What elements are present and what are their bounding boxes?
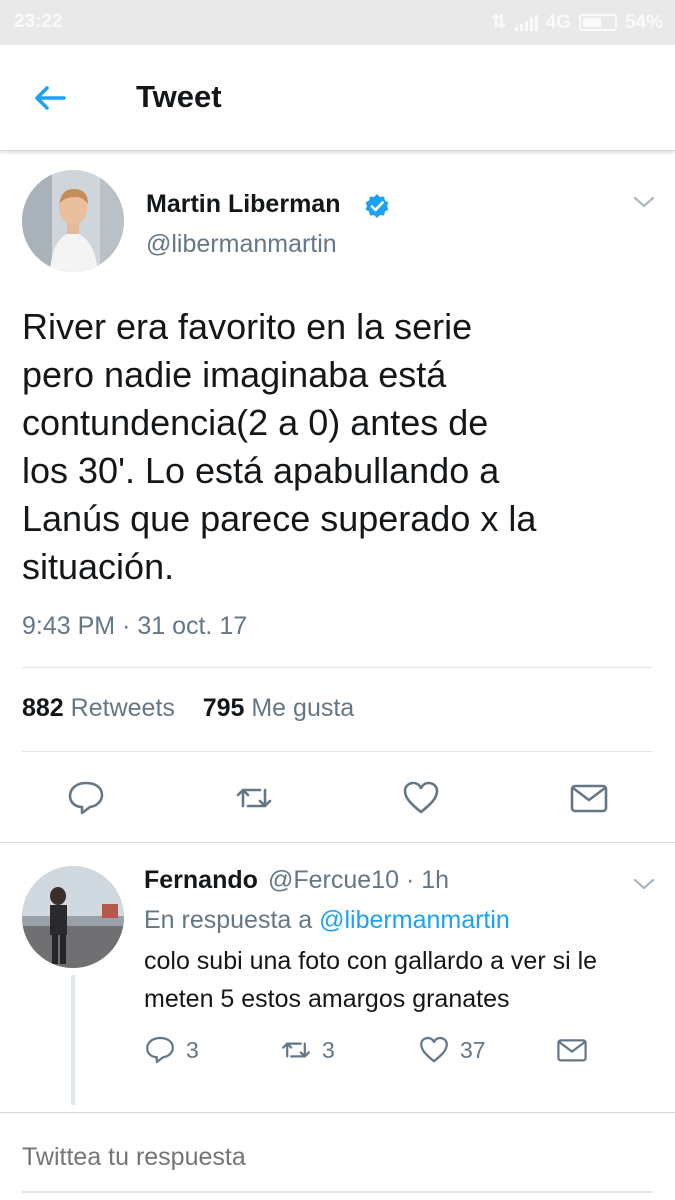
author-handle[interactable]: @libermanmartin <box>146 230 337 259</box>
reply-author-name[interactable]: Fernando <box>144 866 258 895</box>
battery-percent: 54% <box>624 11 663 33</box>
reply-composer <box>0 1112 675 1200</box>
composer-underline <box>22 1191 653 1193</box>
retweet-count: 3 <box>322 1036 335 1063</box>
like-count: 37 <box>460 1036 486 1063</box>
reply-like-button[interactable]: 37 <box>418 1032 486 1068</box>
envelope-icon[interactable] <box>569 778 609 818</box>
in-reply-handle-link[interactable]: @libermanmartin <box>319 906 510 934</box>
reply-icon[interactable] <box>66 778 106 818</box>
battery-icon <box>578 14 617 31</box>
status-bar: 23:22 ⇅ 4G 54% <box>0 0 675 45</box>
back-arrow-icon[interactable] <box>30 78 70 118</box>
reply-text: colo subi una foto con gallardo a ver si… <box>144 947 598 1013</box>
tweet-text: River era favorito en la serie pero nadi… <box>22 306 537 587</box>
divider <box>22 751 653 752</box>
likes-count[interactable]: 795 <box>203 694 245 722</box>
section-divider <box>0 842 675 843</box>
tweet-timestamp: 9:43 PM · 31 oct. 17 <box>22 612 248 640</box>
reply-author-handle-time[interactable]: @Fercue10 · 1h <box>268 866 449 895</box>
in-reply-prefix: En respuesta a <box>144 906 313 934</box>
signal-icon <box>514 14 538 31</box>
retweets-label[interactable]: Retweets <box>71 694 175 722</box>
heart-icon[interactable] <box>401 778 441 818</box>
data-arrows-icon: ⇅ <box>490 12 507 33</box>
chevron-down-icon[interactable] <box>633 195 655 209</box>
heart-icon <box>420 1036 448 1063</box>
network-type: 4G <box>545 11 571 33</box>
reply-icon <box>146 1036 174 1064</box>
reply-reply-button[interactable]: 3 <box>144 1032 199 1068</box>
envelope-icon <box>557 1039 587 1062</box>
retweet-icon[interactable] <box>234 778 274 818</box>
likes-label[interactable]: Me gusta <box>251 694 354 722</box>
reply-count: 3 <box>186 1036 199 1063</box>
reply-retweet-button[interactable]: 3 <box>280 1032 335 1068</box>
in-reply-to: En respuesta a @libermanmartin <box>144 906 510 935</box>
reply-message-button[interactable] <box>556 1032 588 1068</box>
tweet-stats: 882 Retweets 795 Me gusta <box>22 694 354 723</box>
reply-input[interactable] <box>22 1143 344 1172</box>
author-name[interactable]: Martin Liberman <box>146 190 340 219</box>
reply-author-avatar[interactable] <box>22 866 124 968</box>
chevron-down-icon[interactable] <box>633 877 655 891</box>
thread-line <box>71 975 75 1105</box>
retweet-icon <box>282 1042 310 1058</box>
app-bar: Tweet <box>0 45 675 151</box>
status-time: 23:22 <box>14 11 63 32</box>
verified-badge-icon <box>365 194 389 218</box>
status-indicators: ⇅ 4G 54% <box>491 11 663 34</box>
author-avatar[interactable] <box>22 170 124 272</box>
page-title: Tweet <box>136 79 222 114</box>
retweets-count[interactable]: 882 <box>22 694 64 722</box>
divider <box>22 667 653 668</box>
